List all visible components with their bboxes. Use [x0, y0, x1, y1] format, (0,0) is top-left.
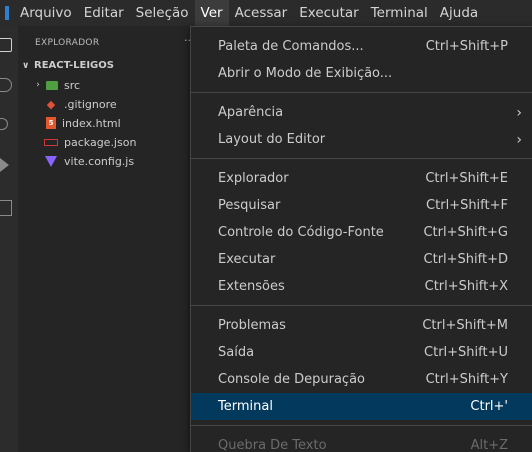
menu-bar: Arquivo Editar Seleção Ver Acessar Execu…: [0, 0, 532, 26]
workspace-folder[interactable]: ∨ REACT-LEIGOS: [22, 60, 114, 71]
menu-item-terminal[interactable]: Terminal Ctrl+': [191, 393, 532, 420]
git-icon: ◆: [46, 97, 56, 111]
menu-item-command-palette[interactable]: Paleta de Comandos... Ctrl+Shift+P: [191, 33, 532, 60]
tree-item-label: .gitignore: [64, 97, 117, 111]
npm-icon: [44, 138, 58, 146]
menu-item-open-view[interactable]: Abrir o Modo de Exibição...: [191, 60, 532, 87]
view-menu-dropdown: Paleta de Comandos... Ctrl+Shift+P Abrir…: [190, 26, 532, 452]
menu-separator: [191, 158, 532, 159]
app-logo-icon: [0, 0, 14, 26]
menu-item-label: Controle do Código-Fonte: [218, 225, 384, 240]
activity-bar: [0, 26, 18, 452]
sidebar-title: EXPLORADOR: [35, 38, 100, 48]
folder-icon: [46, 80, 58, 90]
menu-item-label: Explorador: [218, 171, 289, 186]
menu-executar[interactable]: Executar: [293, 0, 365, 26]
tree-item-label: src: [64, 78, 81, 92]
menu-item-label: Aparência: [218, 105, 284, 120]
menu-item-shortcut: Ctrl+': [470, 399, 508, 414]
menu-item-explorer[interactable]: Explorador Ctrl+Shift+E: [191, 165, 532, 192]
menu-acessar[interactable]: Acessar: [229, 0, 294, 26]
search-icon[interactable]: [0, 78, 12, 92]
menu-item-appearance[interactable]: Aparência ›: [191, 99, 532, 126]
menu-item-shortcut: Ctrl+Shift+U: [424, 345, 508, 360]
menu-separator: [191, 92, 532, 93]
explorer-sidebar: EXPLORADOR ··· ∨ REACT-LEIGOS › src ◆ .g…: [18, 26, 195, 452]
menu-item-search[interactable]: Pesquisar Ctrl+Shift+F: [191, 192, 532, 219]
menu-item-label: Paleta de Comandos...: [218, 39, 364, 54]
explorer-icon[interactable]: [0, 38, 12, 52]
menu-item-label: Abrir o Modo de Exibição...: [218, 66, 393, 81]
tree-item-label: package.json: [64, 135, 137, 149]
menu-item-output[interactable]: Saída Ctrl+Shift+U: [191, 339, 532, 366]
menu-item-shortcut: Ctrl+Shift+Y: [425, 372, 508, 387]
extensions-icon[interactable]: [0, 200, 12, 216]
menu-item-label: Problemas: [218, 318, 286, 333]
menu-terminal[interactable]: Terminal: [365, 0, 434, 26]
html-icon: 5: [46, 117, 56, 129]
tree-item-package-json[interactable]: package.json: [44, 133, 136, 151]
chevron-right-icon: ›: [36, 80, 40, 90]
tree-item-vite-config[interactable]: vite.config.js: [44, 152, 134, 170]
menu-item-source-control[interactable]: Controle do Código-Fonte Ctrl+Shift+G: [191, 219, 532, 246]
tree-item-label: index.html: [62, 116, 121, 130]
menu-ver[interactable]: Ver: [194, 0, 229, 26]
menu-item-shortcut: Alt+Z: [470, 438, 508, 452]
tree-item-index-html[interactable]: 5 index.html: [44, 114, 121, 132]
menu-item-label: Extensões: [218, 279, 285, 294]
menu-item-shortcut: Ctrl+Shift+G: [423, 225, 508, 240]
menu-item-shortcut: Ctrl+Shift+F: [426, 198, 508, 213]
menu-item-extensions[interactable]: Extensões Ctrl+Shift+X: [191, 273, 532, 300]
chevron-right-icon: ›: [516, 104, 522, 121]
source-control-icon[interactable]: [0, 118, 8, 130]
menu-item-label: Layout do Editor: [218, 132, 326, 147]
menu-item-label: Executar: [218, 252, 276, 267]
tree-item-gitignore[interactable]: ◆ .gitignore: [44, 95, 117, 113]
menu-editar[interactable]: Editar: [78, 0, 130, 26]
menu-item-shortcut: Ctrl+Shift+X: [424, 279, 508, 294]
run-debug-icon[interactable]: [0, 158, 10, 172]
menu-item-label: Saída: [218, 345, 255, 360]
menu-item-label: Console de Depuração: [218, 372, 365, 387]
menu-item-problems[interactable]: Problemas Ctrl+Shift+M: [191, 312, 532, 339]
chevron-right-icon: ›: [516, 131, 522, 148]
menu-item-shortcut: Ctrl+Shift+M: [422, 318, 508, 333]
chevron-down-icon: ∨: [22, 60, 30, 71]
menu-item-label: Terminal: [218, 399, 273, 414]
menu-item-editor-layout[interactable]: Layout do Editor ›: [191, 126, 532, 153]
menu-separator: [191, 305, 532, 306]
tree-item-label: vite.config.js: [64, 154, 135, 168]
menu-item-run[interactable]: Executar Ctrl+Shift+D: [191, 246, 532, 273]
menu-item-shortcut: Ctrl+Shift+D: [423, 252, 508, 267]
menu-arquivo[interactable]: Arquivo: [14, 0, 78, 26]
tree-item-src[interactable]: › src: [32, 76, 80, 94]
menu-item-label: Quebra De Texto: [218, 438, 327, 452]
workspace-folder-label: REACT-LEIGOS: [34, 60, 114, 71]
vite-icon: [45, 155, 57, 167]
menu-item-shortcut: Ctrl+Shift+P: [425, 39, 508, 54]
menu-item-label: Pesquisar: [218, 198, 281, 213]
menu-ajuda[interactable]: Ajuda: [434, 0, 484, 26]
menu-item-shortcut: Ctrl+Shift+E: [425, 171, 508, 186]
menu-item-word-wrap[interactable]: Quebra De Texto Alt+Z: [191, 432, 532, 452]
menu-item-debug-console[interactable]: Console de Depuração Ctrl+Shift+Y: [191, 366, 532, 393]
menu-selecao[interactable]: Seleção: [130, 0, 195, 26]
menu-separator: [191, 425, 532, 426]
